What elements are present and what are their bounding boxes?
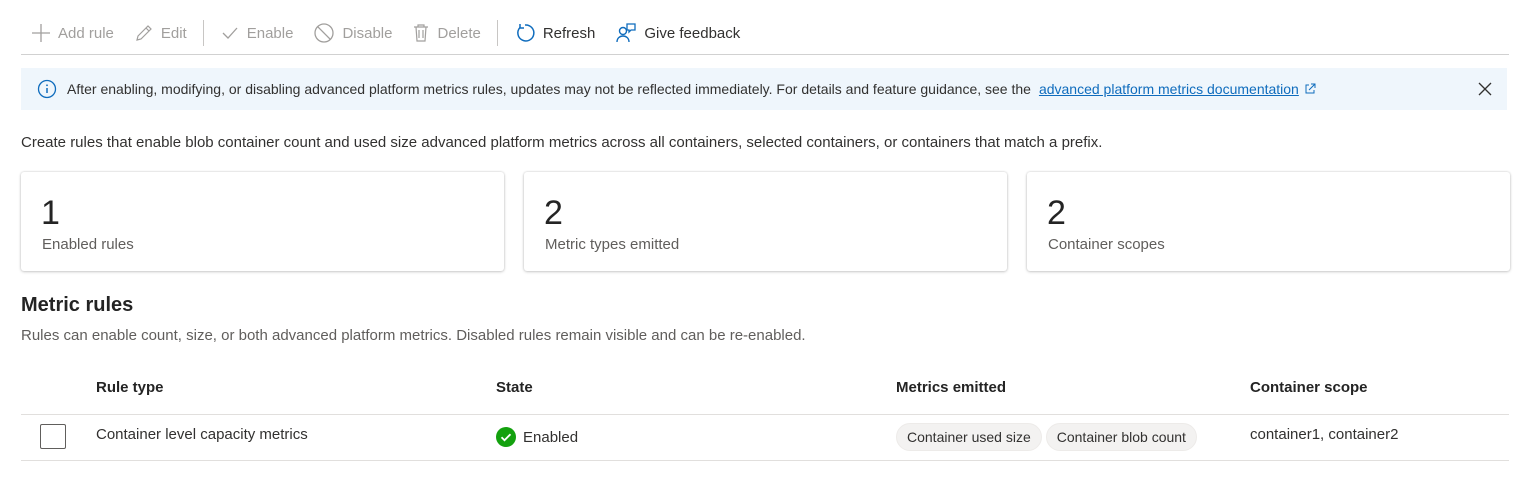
metric-types-card: 2 Metric types emitted — [524, 172, 1007, 271]
metrics-cell: Container used size Container blob count — [896, 423, 1201, 451]
state-cell: Enabled — [496, 427, 578, 447]
section-description: Rules can enable count, size, or both ad… — [21, 327, 806, 344]
card-value: 1 — [41, 194, 60, 232]
enabled-rules-card: 1 Enabled rules — [21, 172, 504, 271]
checkmark-icon — [222, 27, 238, 39]
metric-tag: Container blob count — [1045, 423, 1197, 451]
enable-label: Enable — [246, 24, 294, 42]
edit-button[interactable]: Edit — [124, 13, 197, 53]
add-rule-label: Add rule — [58, 24, 114, 42]
disable-label: Disable — [342, 24, 393, 42]
success-check-icon — [496, 427, 516, 447]
block-icon — [314, 23, 335, 43]
table-header: Rule type State Metrics emitted Containe… — [21, 366, 1509, 415]
column-header-state[interactable]: State — [496, 379, 533, 396]
card-label: Enabled rules — [42, 236, 134, 253]
edit-label: Edit — [160, 24, 187, 42]
close-icon[interactable] — [1477, 81, 1493, 97]
banner-text: After enabling, modifying, or disabling … — [67, 81, 1031, 97]
command-bar: Add rule Edit Enable Disable Delete Refr… — [21, 12, 1509, 55]
column-header-container-scope[interactable]: Container scope — [1250, 379, 1368, 396]
metric-tag: Container used size — [896, 423, 1042, 451]
info-icon — [37, 79, 57, 99]
row-checkbox[interactable] — [40, 424, 66, 449]
column-header-metrics-emitted[interactable]: Metrics emitted — [896, 379, 1006, 396]
add-rule-button[interactable]: Add rule — [21, 13, 124, 53]
container-scopes-card: 2 Container scopes — [1027, 172, 1510, 271]
section-title: Metric rules — [21, 294, 134, 316]
pencil-icon — [136, 25, 152, 41]
external-link-icon — [1305, 83, 1316, 94]
card-label: Metric types emitted — [545, 236, 680, 253]
metric-rules-table: Rule type State Metrics emitted Containe… — [21, 366, 1509, 461]
delete-button[interactable]: Delete — [402, 13, 490, 53]
feedback-person-icon — [616, 23, 637, 43]
container-scope-cell: container1, container2 — [1250, 426, 1399, 443]
info-banner: After enabling, modifying, or disabling … — [21, 68, 1507, 110]
refresh-button[interactable]: Refresh — [504, 13, 606, 53]
card-label: Container scopes — [1048, 236, 1165, 253]
enable-button[interactable]: Enable — [210, 13, 304, 53]
documentation-link[interactable]: advanced platform metrics documentation — [1039, 81, 1316, 97]
card-value: 2 — [544, 194, 563, 232]
toolbar-divider — [202, 20, 204, 46]
card-value: 2 — [1047, 194, 1066, 232]
delete-label: Delete — [437, 24, 481, 42]
column-header-rule-type[interactable]: Rule type — [96, 379, 164, 396]
refresh-icon — [517, 24, 535, 42]
toolbar-divider — [496, 20, 498, 46]
add-icon — [32, 24, 50, 42]
trash-icon — [414, 24, 429, 42]
documentation-link-label: advanced platform metrics documentation — [1038, 81, 1299, 97]
page-description: Create rules that enable blob container … — [21, 134, 1103, 151]
table-row[interactable]: Container level capacity metrics Enabled… — [21, 415, 1509, 461]
state-label: Enabled — [523, 428, 579, 446]
rule-type-cell: Container level capacity metrics — [96, 426, 308, 443]
disable-button[interactable]: Disable — [303, 13, 402, 53]
give-feedback-button[interactable]: Give feedback — [605, 13, 750, 53]
refresh-label: Refresh — [542, 24, 596, 42]
give-feedback-label: Give feedback — [644, 24, 741, 42]
